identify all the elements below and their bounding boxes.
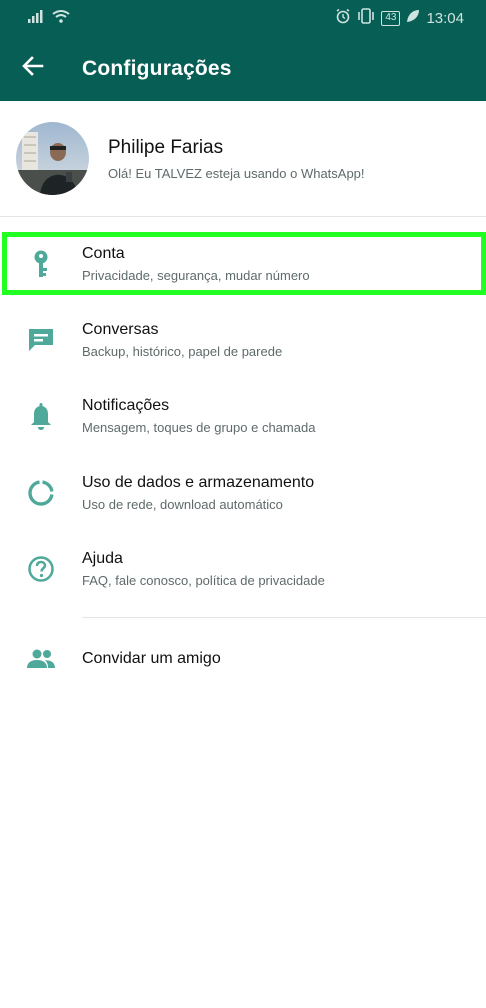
menu-label: Conversas <box>82 321 159 338</box>
wifi-icon <box>52 9 70 27</box>
signal-icon <box>28 9 44 27</box>
data-usage-icon <box>26 478 56 508</box>
battery-icon: 43 <box>381 10 401 26</box>
menu-item-notificacoes[interactable]: Notificações Mensagem, toques de grupo e… <box>0 378 486 454</box>
menu-label: Convidar um amigo <box>82 650 221 667</box>
menu-item-conta[interactable]: Conta Privacidade, segurança, mudar núme… <box>0 226 486 302</box>
divider <box>0 216 486 217</box>
app-bar: Configurações <box>0 36 486 101</box>
menu-item-convidar-amigo[interactable]: Convidar um amigo <box>0 621 486 697</box>
chat-icon <box>26 325 56 355</box>
menu-item-conversas[interactable]: Conversas Backup, histórico, papel de pa… <box>0 302 486 378</box>
vibrate-icon <box>357 8 375 28</box>
avatar[interactable] <box>16 122 89 195</box>
menu-subtitle: Uso de rede, download automático <box>82 497 283 512</box>
menu-label: Notificações <box>82 397 170 414</box>
help-icon <box>26 554 56 584</box>
menu-subtitle: FAQ, fale conosco, política de privacida… <box>82 573 325 588</box>
profile-status: Olá! Eu TALVEZ esteja usando o WhatsApp! <box>108 165 365 181</box>
status-bar: 43 13:04 <box>0 0 486 36</box>
alarm-icon <box>335 8 351 28</box>
menu-label: Ajuda <box>82 550 123 567</box>
menu-item-ajuda[interactable]: Ajuda FAQ, fale conosco, política de pri… <box>0 531 486 607</box>
key-icon <box>26 249 56 279</box>
page-title: Configurações <box>82 56 232 80</box>
menu-subtitle: Privacidade, segurança, mudar número <box>82 268 310 283</box>
menu-item-uso-de-dados[interactable]: Uso de dados e armazenamento Uso de rede… <box>0 455 486 531</box>
bell-icon <box>26 401 56 431</box>
menu-subtitle: Mensagem, toques de grupo e chamada <box>82 420 316 435</box>
arrow-back-icon <box>22 55 44 82</box>
leaf-icon <box>406 9 420 27</box>
divider <box>82 617 486 618</box>
back-button[interactable] <box>16 52 50 86</box>
status-time: 13:04 <box>426 9 464 27</box>
menu-label: Conta <box>82 245 125 262</box>
menu-label: Uso de dados e armazenamento <box>82 474 315 491</box>
menu-subtitle: Backup, histórico, papel de parede <box>82 344 283 359</box>
profile-row[interactable]: Philipe Farias Olá! Eu TALVEZ esteja usa… <box>0 101 486 216</box>
people-icon <box>26 644 56 674</box>
profile-name: Philipe Farias <box>108 136 224 158</box>
